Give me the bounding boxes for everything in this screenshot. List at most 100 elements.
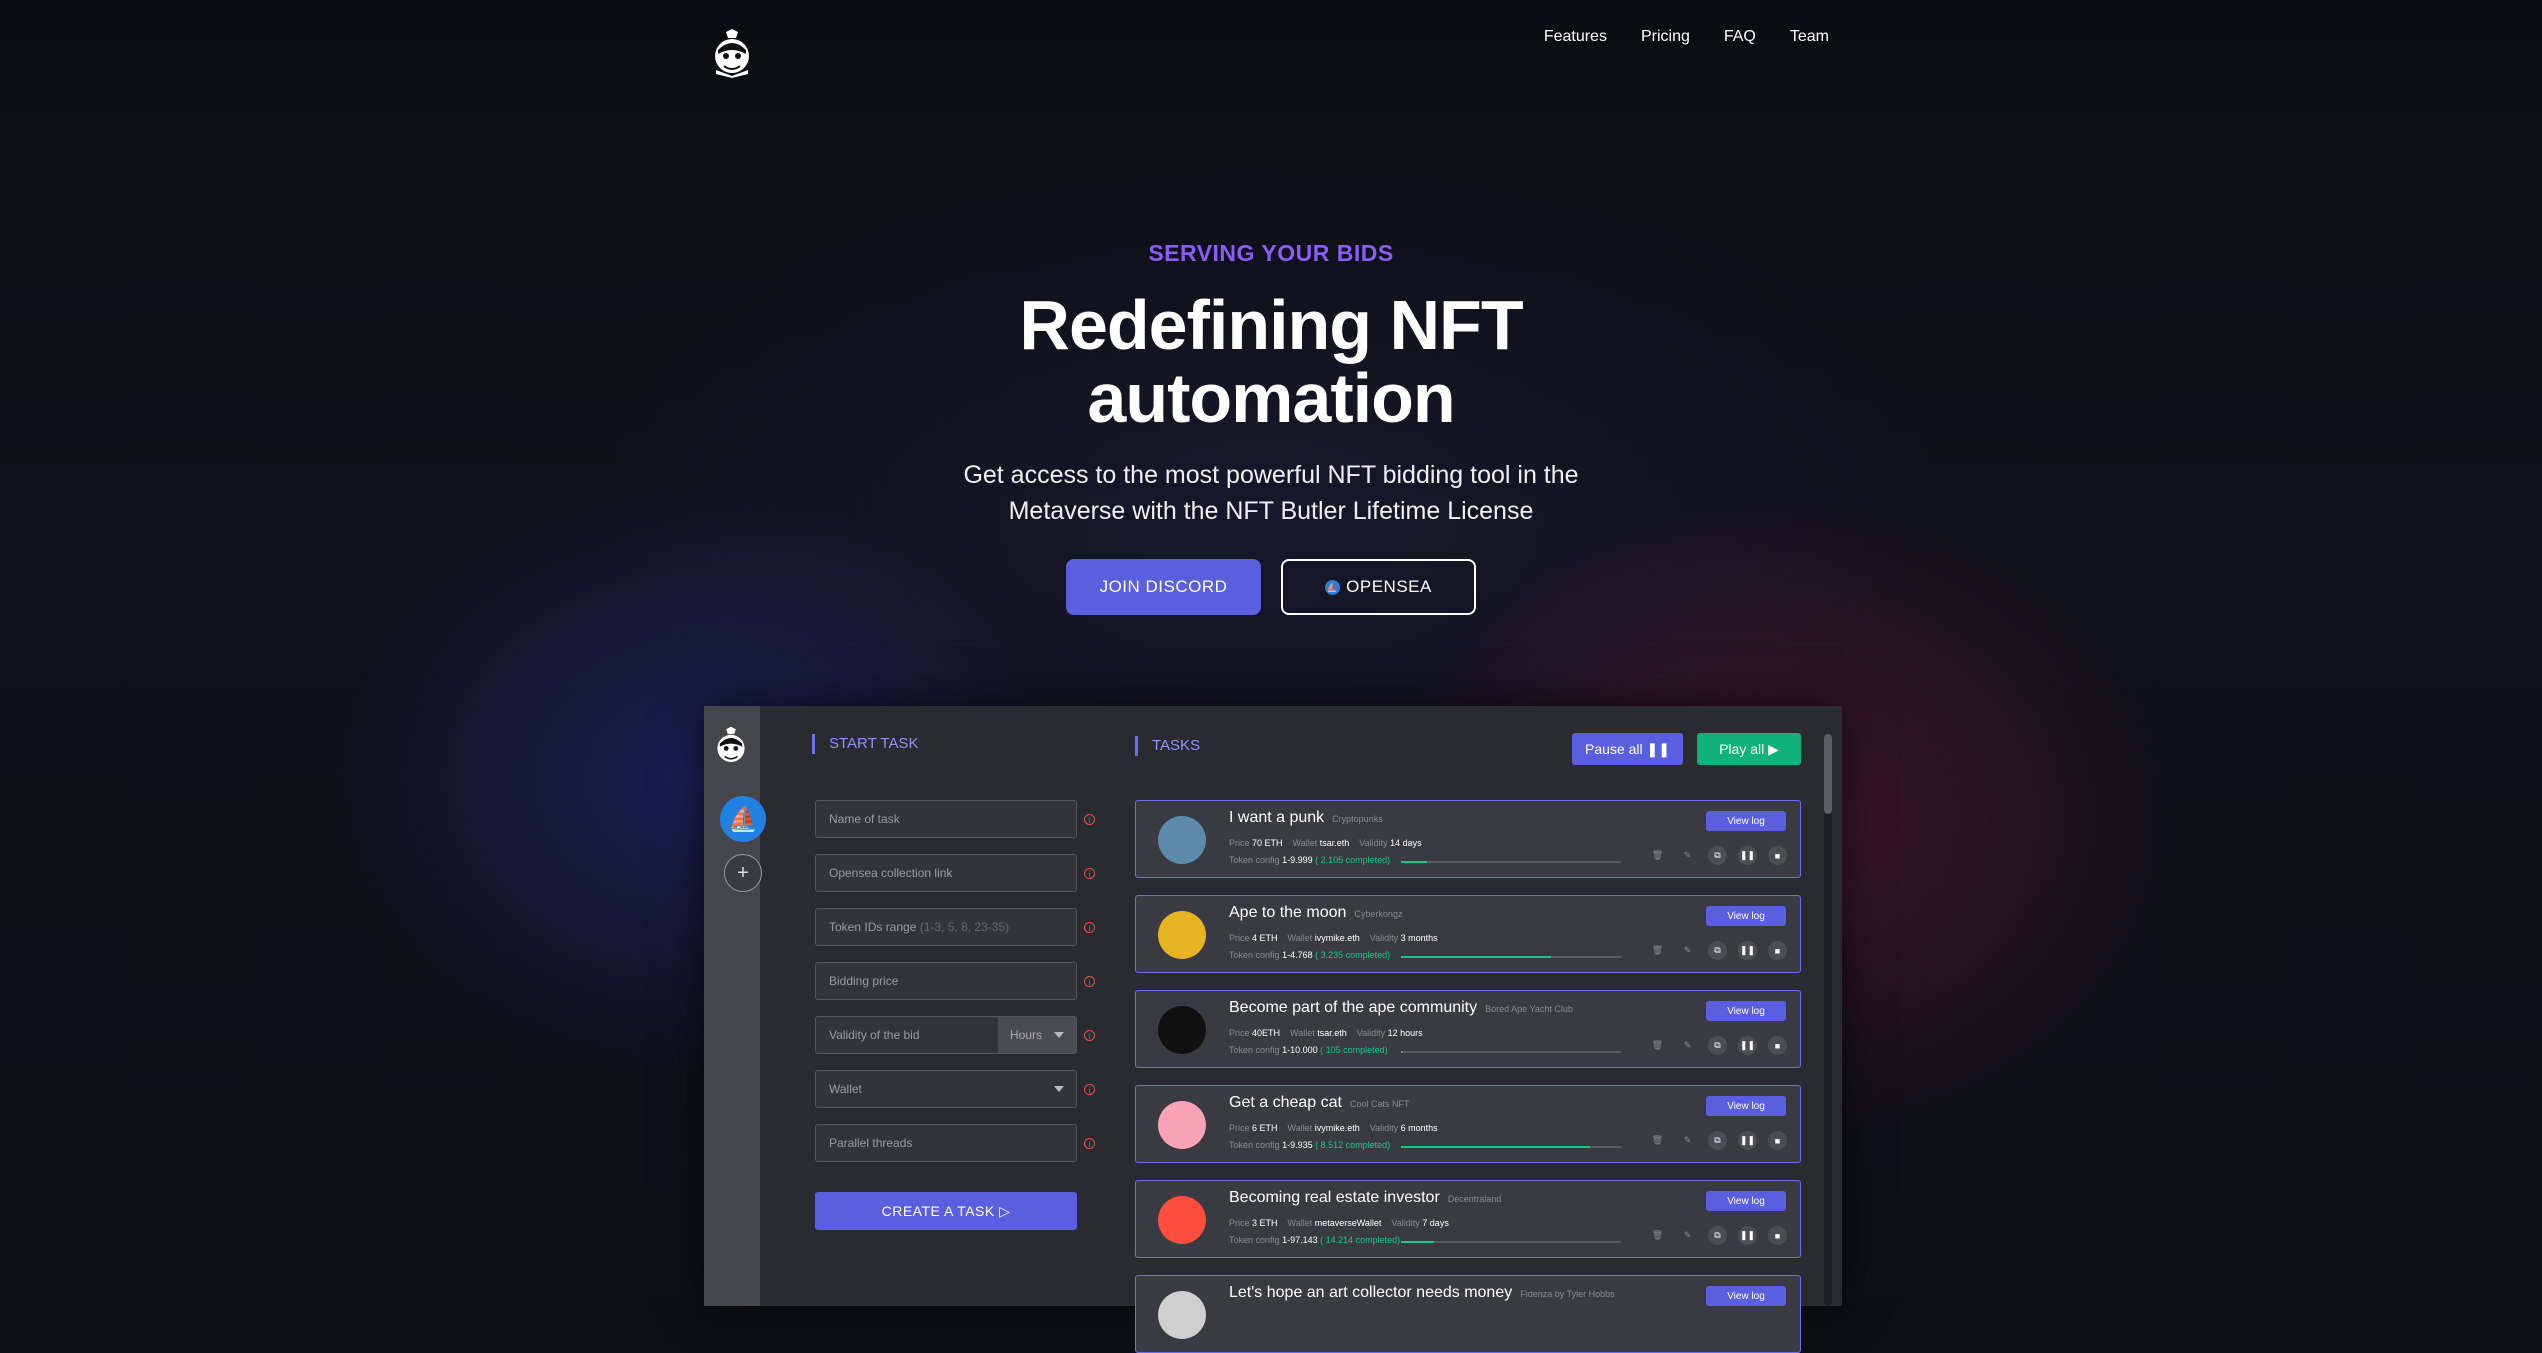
pause-icon[interactable]: ❚❚ xyxy=(1738,941,1757,960)
edit-icon[interactable]: ✎ xyxy=(1678,1131,1697,1150)
copy-icon[interactable]: ⧉ xyxy=(1708,1226,1727,1245)
info-icon[interactable]: i xyxy=(1084,922,1095,933)
play-icon: ▶ xyxy=(1768,740,1779,757)
task-completed: ( 3.235 completed) xyxy=(1315,950,1391,960)
task-completed: ( 8.512 completed) xyxy=(1315,1140,1391,1150)
delete-icon[interactable]: 🗑 xyxy=(1648,941,1667,960)
view-log-button[interactable]: View log xyxy=(1706,1191,1786,1211)
copy-icon[interactable]: ⧉ xyxy=(1708,846,1727,865)
opensea-sidebar-button[interactable]: ⛵ xyxy=(720,796,766,842)
opensea-button[interactable]: ⛵ OPENSEA xyxy=(1281,559,1476,615)
info-icon[interactable]: i xyxy=(1084,868,1095,879)
task-collection: Cyberkongz xyxy=(1354,909,1403,919)
play-all-button[interactable]: Play all ▶ xyxy=(1697,733,1801,765)
scrollbar-thumb[interactable] xyxy=(1824,734,1832,814)
task-meta: Price 40ETH Wallet tsar.eth Validity 12 ho… xyxy=(1229,1028,1433,1038)
hero-headline: Redefining NFT automation xyxy=(0,289,2542,435)
validity-field[interactable]: Validity of the bid Hours xyxy=(815,1016,1077,1054)
stop-icon[interactable]: ■ xyxy=(1768,1226,1787,1245)
bidding-price-field[interactable]: Bidding price xyxy=(815,962,1077,1000)
hero-subtitle: Get access to the most powerful NFT bidd… xyxy=(0,457,2542,529)
pause-icon[interactable]: ❚❚ xyxy=(1738,1226,1757,1245)
task-validity: 3 months xyxy=(1400,933,1438,943)
task-card[interactable]: Get a cheap cat Cool Cats NFT Price 6 ETH W… xyxy=(1135,1085,1801,1163)
view-log-button[interactable]: View log xyxy=(1706,906,1786,926)
task-progress-fill xyxy=(1401,1146,1591,1148)
task-card[interactable]: Become part of the ape community Bored Ap… xyxy=(1135,990,1801,1068)
task-name-field[interactable]: Name of task xyxy=(815,800,1077,838)
task-progress-fill xyxy=(1401,1241,1434,1243)
butler-logo-icon[interactable] xyxy=(712,28,752,78)
task-controls: 🗑 ✎ ⧉ ❚❚ ■ xyxy=(1648,846,1787,865)
start-task-title: START TASK xyxy=(812,734,918,754)
token-config-value: 1-9.999 xyxy=(1282,855,1313,865)
task-list-scrollbar[interactable] xyxy=(1824,734,1832,1306)
task-validity: 12 hours xyxy=(1387,1028,1423,1038)
copy-icon[interactable]: ⧉ xyxy=(1708,1131,1727,1150)
stop-icon[interactable]: ■ xyxy=(1768,846,1787,865)
create-task-button[interactable]: CREATE A TASK ▷ xyxy=(815,1192,1077,1230)
edit-icon[interactable]: ✎ xyxy=(1678,846,1697,865)
price-label: Price xyxy=(1229,933,1250,943)
info-icon[interactable]: i xyxy=(1084,1138,1095,1149)
task-price: 4 ETH xyxy=(1252,933,1278,943)
info-icon[interactable]: i xyxy=(1084,976,1095,987)
info-icon[interactable]: i xyxy=(1084,1084,1095,1095)
view-log-button[interactable]: View log xyxy=(1706,1286,1786,1306)
edit-icon[interactable]: ✎ xyxy=(1678,1226,1697,1245)
task-card[interactable]: Becoming real estate investor Decentralan… xyxy=(1135,1180,1801,1258)
delete-icon[interactable]: 🗑 xyxy=(1648,846,1667,865)
info-icon[interactable]: i xyxy=(1084,814,1095,825)
task-progress-bar xyxy=(1401,861,1621,863)
hero-ctas: JOIN DISCORD ⛵ OPENSEA xyxy=(0,559,2542,615)
task-token-config: Token config 1-9.935 ( 8.512 completed) xyxy=(1229,1140,1390,1150)
hero: SERVING YOUR BIDS Redefining NFT automat… xyxy=(0,240,2542,615)
task-card[interactable]: Let's hope an art collector needs money F… xyxy=(1135,1275,1801,1353)
view-log-button[interactable]: View log xyxy=(1706,1001,1786,1021)
collection-link-field[interactable]: Opensea collection link xyxy=(815,854,1077,892)
stop-icon[interactable]: ■ xyxy=(1768,941,1787,960)
join-discord-button[interactable]: JOIN DISCORD xyxy=(1066,559,1261,615)
view-log-button[interactable]: View log xyxy=(1706,811,1786,831)
task-completed: ( 14.214 completed) xyxy=(1320,1235,1401,1245)
info-icon[interactable]: i xyxy=(1084,1030,1095,1041)
task-card[interactable]: Ape to the moon Cyberkongz Price 4 ETH Wall… xyxy=(1135,895,1801,973)
nav-link-faq[interactable]: FAQ xyxy=(1724,28,1756,46)
validity-unit-select[interactable]: Hours xyxy=(998,1017,1076,1053)
delete-icon[interactable]: 🗑 xyxy=(1648,1226,1667,1245)
token-config-label: Token config xyxy=(1229,855,1280,865)
nav-link-features[interactable]: Features xyxy=(1544,28,1607,46)
task-validity: 14 days xyxy=(1390,838,1422,848)
pause-icon[interactable]: ❚❚ xyxy=(1738,1131,1757,1150)
add-marketplace-button[interactable]: + xyxy=(724,854,762,892)
headline-line-1: Redefining NFT xyxy=(1019,286,1523,364)
edit-icon[interactable]: ✎ xyxy=(1678,1036,1697,1055)
task-wallet: metaverseWallet xyxy=(1314,1218,1382,1228)
nav-link-team[interactable]: Team xyxy=(1790,28,1829,46)
task-progress-bar xyxy=(1401,956,1621,958)
pause-all-button[interactable]: Pause all ❚❚ xyxy=(1572,733,1683,765)
task-completed: ( 105 completed) xyxy=(1320,1045,1388,1055)
edit-icon[interactable]: ✎ xyxy=(1678,941,1697,960)
validity-label: Validity xyxy=(1369,933,1399,943)
pause-icon: ❚❚ xyxy=(1646,740,1670,757)
view-log-button[interactable]: View log xyxy=(1706,1096,1786,1116)
parallel-threads-field[interactable]: Parallel threads xyxy=(815,1124,1077,1162)
delete-icon[interactable]: 🗑 xyxy=(1648,1036,1667,1055)
token-range-field[interactable]: Token IDs range (1-3, 5, 8, 23-35) xyxy=(815,908,1077,946)
stop-icon[interactable]: ■ xyxy=(1768,1131,1787,1150)
stop-icon[interactable]: ■ xyxy=(1768,1036,1787,1055)
task-collection: Cryptopunks xyxy=(1332,814,1383,824)
task-controls: 🗑 ✎ ⧉ ❚❚ ■ xyxy=(1648,941,1787,960)
task-title-row: Become part of the ape community Bored Ap… xyxy=(1229,999,1573,1017)
task-card[interactable]: I want a punk Cryptopunks Price 70 ETH Wall… xyxy=(1135,800,1801,878)
pause-icon[interactable]: ❚❚ xyxy=(1738,846,1757,865)
delete-icon[interactable]: 🗑 xyxy=(1648,1131,1667,1150)
copy-icon[interactable]: ⧉ xyxy=(1708,1036,1727,1055)
pause-icon[interactable]: ❚❚ xyxy=(1738,1036,1757,1055)
copy-icon[interactable]: ⧉ xyxy=(1708,941,1727,960)
wallet-select[interactable]: Wallet xyxy=(815,1070,1077,1108)
price-label: Price xyxy=(1229,838,1250,848)
nav-link-pricing[interactable]: Pricing xyxy=(1641,28,1690,46)
opensea-icon: ⛵ xyxy=(1325,579,1341,595)
